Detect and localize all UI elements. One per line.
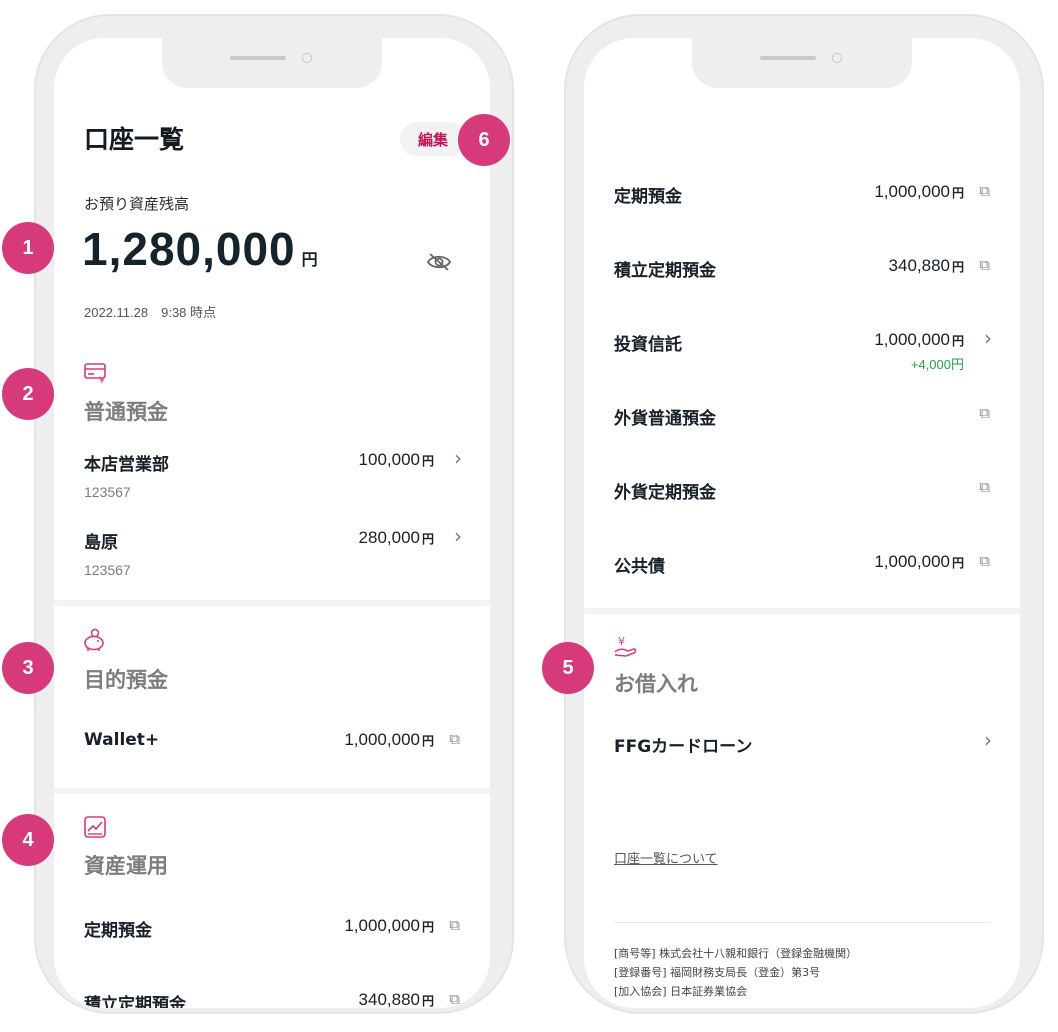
balance-unit: 円 [301, 250, 318, 269]
external-link-icon[interactable]: ⧉ [449, 916, 460, 934]
account-row-name[interactable]: 積立定期預金 [84, 990, 186, 1008]
annotation-marker-1: 1 [2, 222, 54, 274]
account-row-name[interactable]: 公共債 [614, 552, 665, 577]
notch [692, 38, 912, 88]
account-row-name[interactable]: 定期預金 [84, 916, 152, 941]
account-row-name[interactable]: 本店営業部 [84, 450, 169, 475]
account-row-amount: 1,000,000 円 [874, 330, 964, 349]
section-title-loans: お借入れ [614, 672, 698, 696]
account-row-name[interactable]: 投資信託 [614, 330, 682, 355]
footer-line: [登録番号] 福岡財務支局長（登金）第3号 [614, 966, 821, 979]
speaker [760, 56, 816, 60]
account-row-number: 123567 [84, 562, 131, 578]
external-link-icon[interactable]: ⧉ [979, 552, 990, 570]
account-row-amount: 340,880 円 [358, 990, 434, 1008]
notch [162, 38, 382, 88]
footer-line: [商号等] 株式会社十八親和銀行（登録金融機関） [614, 947, 858, 960]
external-link-icon[interactable]: ⧉ [449, 990, 460, 1008]
about-accounts-link[interactable]: 口座一覧について [614, 848, 718, 867]
account-row-name[interactable]: 外貨定期預金 [614, 478, 716, 503]
balance-value: 1,280,000 [82, 223, 296, 275]
account-row-name[interactable]: 積立定期預金 [614, 256, 716, 281]
account-row-amount: 1,000,000 円 [344, 916, 434, 935]
account-row-amount: 100,000 円 [358, 450, 434, 469]
piggy-bank-icon [82, 628, 108, 656]
chevron-right-icon[interactable]: › [454, 446, 462, 470]
section-divider [54, 788, 490, 794]
account-row-amount: 1,000,000 円 [874, 182, 964, 201]
loan-hand-icon: ¥ [614, 634, 638, 662]
left-screen: 口座一覧 編集 お預り資産残高 1,280,000 円 2022.11.28 9… [54, 38, 490, 1008]
account-row-name[interactable]: 定期預金 [614, 182, 682, 207]
balance-display: 1,280,000 円 [82, 222, 318, 276]
svg-text:¥: ¥ [99, 376, 105, 384]
section-title-savings: 普通預金 [84, 400, 168, 424]
gain-value: +4,000円 [910, 357, 964, 372]
eye-off-icon[interactable] [426, 252, 452, 272]
external-link-icon[interactable]: ⧉ [979, 478, 990, 496]
annotation-marker-3: 3 [2, 642, 54, 694]
account-row-name[interactable]: Wallet+ [84, 730, 159, 750]
balance-timestamp: 2022.11.28 9:38 時点 [84, 305, 217, 320]
annotation-marker-5: 5 [542, 642, 594, 694]
external-link-icon[interactable]: ⧉ [979, 256, 990, 274]
right-screen: 定期預金 1,000,000 円 ⧉ 積立定期預金 340,880 円 ⧉ 投資信託… [584, 38, 1020, 1008]
account-row-amount: 1,000,000 円 [344, 730, 434, 749]
account-row-amount: 1,000,000 円 [874, 552, 964, 571]
external-link-icon[interactable]: ⧉ [449, 730, 460, 748]
camera [832, 53, 842, 63]
account-row-name[interactable]: 島原 [84, 528, 118, 553]
savings-card-icon: ¥ [84, 362, 108, 388]
account-row-number: 123567 [84, 484, 131, 500]
account-row-name[interactable]: 外貨普通預金 [614, 404, 716, 429]
footer-line: [加入協会] 日本証券業協会 [614, 985, 748, 998]
chart-icon [84, 816, 106, 842]
section-title-purpose: 目的預金 [84, 668, 168, 692]
page-title: 口座一覧 [84, 125, 185, 154]
right-phone-frame: 定期預金 1,000,000 円 ⧉ 積立定期預金 340,880 円 ⧉ 投資信託… [564, 14, 1044, 1014]
chevron-right-icon[interactable]: › [984, 728, 992, 752]
account-row-amount: 340,880 円 [888, 256, 964, 275]
external-link-icon[interactable]: ⧉ [979, 182, 990, 200]
external-link-icon[interactable]: ⧉ [979, 404, 990, 422]
section-title-assets: 資産運用 [84, 854, 168, 878]
chevron-right-icon[interactable]: › [984, 326, 992, 350]
section-divider [54, 600, 490, 606]
left-phone-frame: 口座一覧 編集 お預り資産残高 1,280,000 円 2022.11.28 9… [34, 14, 514, 1014]
camera [302, 53, 312, 63]
balance-label: お預り資産残高 [84, 195, 190, 213]
annotation-marker-4: 4 [2, 814, 54, 866]
annotation-marker-6: 6 [458, 114, 510, 166]
svg-text:¥: ¥ [618, 635, 625, 648]
loan-row-name[interactable]: FFGカードローン [614, 732, 752, 757]
speaker [230, 56, 286, 60]
section-divider [584, 608, 1020, 614]
chevron-right-icon[interactable]: › [454, 524, 462, 548]
edit-button[interactable]: 編集 [400, 122, 466, 156]
annotation-marker-2: 2 [2, 368, 54, 420]
account-row-amount: 280,000 円 [358, 528, 434, 547]
footer-divider [614, 922, 990, 923]
